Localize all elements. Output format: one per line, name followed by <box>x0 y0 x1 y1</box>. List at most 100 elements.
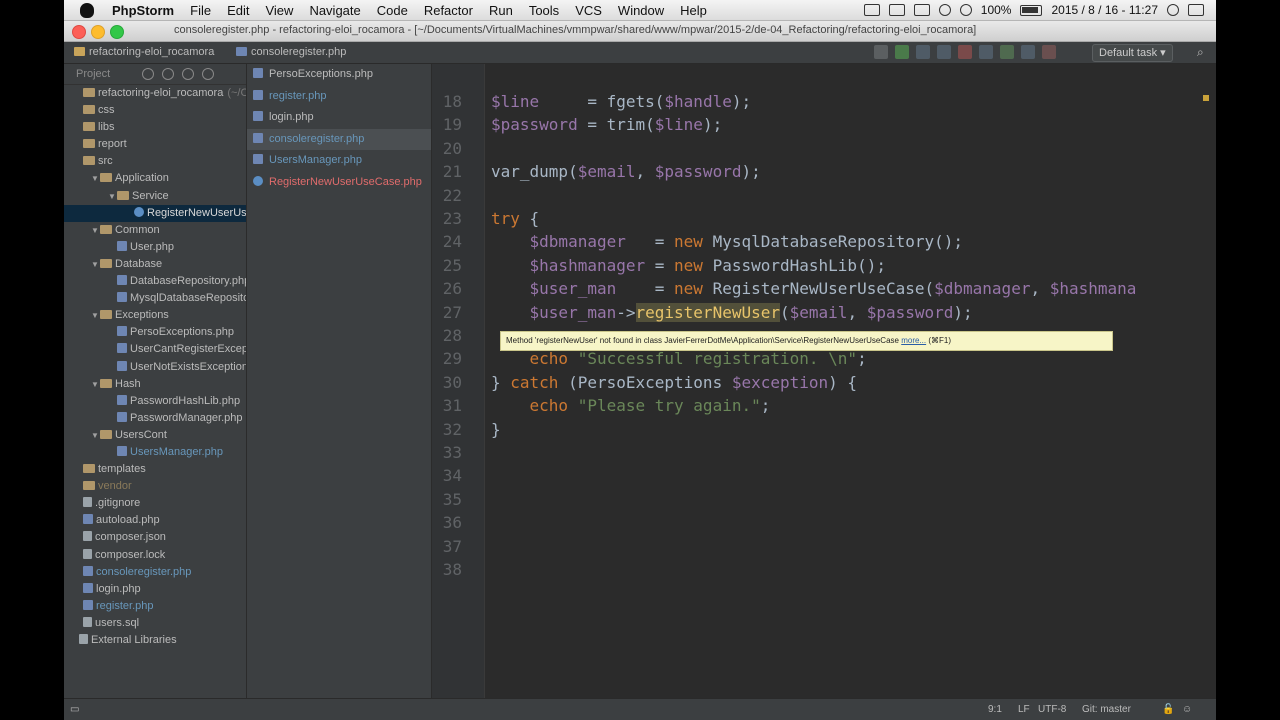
breadcrumb-file[interactable]: consoleregister.php <box>236 46 346 58</box>
close-window-button[interactable] <box>72 25 86 39</box>
tree-item[interactable]: vendor <box>64 478 246 495</box>
debug-icon[interactable] <box>916 45 930 59</box>
tree-item[interactable]: register.php <box>64 598 246 615</box>
tree-item[interactable]: ▼ Database <box>64 256 246 273</box>
menu-navigate[interactable]: Navigate <box>301 3 368 18</box>
menu-edit[interactable]: Edit <box>219 3 257 18</box>
project-panel-title[interactable]: Project <box>76 68 110 80</box>
collapse-all-icon[interactable] <box>162 68 174 80</box>
open-file-item[interactable]: PersoExceptions.php <box>247 64 431 86</box>
search-icon[interactable]: ⌕ <box>1197 45 1204 60</box>
code-line[interactable]: $password = trim($line); <box>491 115 722 134</box>
tree-item[interactable]: PersoExceptions.php <box>64 324 246 341</box>
expand-arrow-icon[interactable]: ▼ <box>91 307 100 324</box>
code-line[interactable]: } catch (PersoExceptions $exception) { <box>491 373 857 392</box>
expand-arrow-icon[interactable]: ▼ <box>91 222 100 239</box>
clock[interactable]: 2015 / 8 / 16 - 11:27 <box>1051 3 1158 17</box>
warning-marker-icon[interactable] <box>1203 95 1209 101</box>
toggle-tool-windows-icon[interactable]: ▭ <box>70 704 79 715</box>
tree-item[interactable]: css <box>64 102 246 119</box>
code-line[interactable]: echo "Please try again."; <box>491 396 771 415</box>
stop-icon[interactable] <box>958 45 972 59</box>
menu-app[interactable]: PhpStorm <box>104 3 182 18</box>
tree-item[interactable]: RegisterNewUserUseCase.php <box>64 204 246 222</box>
tree-item[interactable]: ▼ Common <box>64 222 246 239</box>
code-line[interactable]: $user_man->registerNewUser($email, $pass… <box>491 302 973 322</box>
code-line[interactable]: $dbmanager = new MysqlDatabaseRepository… <box>491 232 964 251</box>
notification-center-icon[interactable] <box>1188 4 1204 16</box>
code-line[interactable]: var_dump($email, $password); <box>491 162 761 181</box>
tree-item[interactable]: UsersManager.php <box>64 444 246 461</box>
menu-code[interactable]: Code <box>369 3 416 18</box>
volume-icon[interactable] <box>959 4 972 16</box>
tree-item[interactable]: composer.lock <box>64 547 246 564</box>
keyboard-icon[interactable] <box>888 4 905 16</box>
vcs-update-icon[interactable] <box>979 45 993 59</box>
run-configuration-select[interactable]: Default task ▾ <box>1092 44 1173 62</box>
tree-item[interactable]: UserCantRegisterException.php <box>64 341 246 358</box>
tree-item[interactable]: login.php <box>64 581 246 598</box>
lock-icon[interactable]: 🔓 <box>1162 704 1174 715</box>
tooltip-more-link[interactable]: more... <box>901 336 926 345</box>
code-line[interactable]: $user_man = new RegisterNewUserUseCase($… <box>491 279 1137 298</box>
expand-arrow-icon[interactable]: ▼ <box>91 256 100 273</box>
expand-arrow-icon[interactable]: ▼ <box>108 188 117 205</box>
tree-item[interactable]: refactoring-eloi_rocamora (~/C <box>64 85 246 102</box>
vcs-branch[interactable]: Git: master <box>1082 704 1131 715</box>
tree-item[interactable]: templates <box>64 461 246 478</box>
code-line[interactable]: try { <box>491 209 539 228</box>
tree-item[interactable]: composer.json <box>64 529 246 546</box>
revert-icon[interactable] <box>1042 45 1056 59</box>
tree-item[interactable]: src <box>64 153 246 170</box>
tree-item[interactable]: report <box>64 136 246 153</box>
open-file-item[interactable]: UsersManager.php <box>247 150 431 172</box>
settings-icon[interactable] <box>182 68 194 80</box>
tree-item[interactable]: User.php <box>64 239 246 256</box>
tree-item[interactable]: libs <box>64 119 246 136</box>
code-line[interactable]: $hashmanager = new PasswordHashLib(); <box>491 256 886 275</box>
code-line[interactable]: $line = fgets($handle); <box>491 92 751 111</box>
run-icon[interactable] <box>895 45 909 59</box>
history-icon[interactable] <box>1021 45 1035 59</box>
tree-item[interactable]: ▼ UsersCont <box>64 427 246 444</box>
tree-item[interactable]: ▼ Hash <box>64 376 246 393</box>
menu-tools[interactable]: Tools <box>521 3 567 18</box>
menu-view[interactable]: View <box>257 3 301 18</box>
tree-item[interactable]: consoleregister.php <box>64 564 246 581</box>
file-encoding[interactable]: UTF-8 <box>1038 704 1066 715</box>
menu-run[interactable]: Run <box>481 3 521 18</box>
caret-position[interactable]: 9:1 <box>988 704 1002 715</box>
tree-item[interactable]: .gitignore <box>64 495 246 512</box>
open-file-item[interactable]: login.php <box>247 107 431 129</box>
expand-arrow-icon[interactable]: ▼ <box>91 170 100 187</box>
menu-help[interactable]: Help <box>672 3 715 18</box>
code-editor[interactable]: 18 $line = fgets($handle); 19 $password = t… <box>432 64 1216 698</box>
menu-window[interactable]: Window <box>610 3 672 18</box>
minimize-window-button[interactable] <box>91 25 105 39</box>
tree-item[interactable]: MysqlDatabaseRepository.php <box>64 290 246 307</box>
tree-item[interactable]: autoload.php <box>64 512 246 529</box>
tree-item[interactable]: users.sql <box>64 615 246 632</box>
expand-arrow-icon[interactable]: ▼ <box>91 376 100 393</box>
expand-arrow-icon[interactable]: ▼ <box>91 427 100 444</box>
zoom-window-button[interactable] <box>110 25 124 39</box>
menu-vcs[interactable]: VCS <box>567 3 610 18</box>
battery-icon[interactable] <box>1020 4 1043 16</box>
tree-item[interactable]: UserNotExistsException.php <box>64 359 246 376</box>
tree-item[interactable]: ▼ Application <box>64 170 246 187</box>
coverage-icon[interactable] <box>937 45 951 59</box>
code-line[interactable]: echo "Successful registration. \n"; <box>491 349 867 368</box>
tree-item[interactable]: ▼ Exceptions <box>64 307 246 324</box>
tree-item[interactable]: PasswordManager.php <box>64 410 246 427</box>
tree-item[interactable]: PasswordHashLib.php <box>64 393 246 410</box>
inspector-icon[interactable]: ☺ <box>1182 704 1192 715</box>
vcs-commit-icon[interactable] <box>1000 45 1014 59</box>
line-separator[interactable]: LF <box>1018 704 1030 715</box>
code-line[interactable]: } <box>491 420 501 439</box>
open-file-item[interactable]: register.php <box>247 86 431 108</box>
menu-refactor[interactable]: Refactor <box>416 3 481 18</box>
spotlight-search-icon[interactable] <box>1167 4 1179 16</box>
breadcrumb-project[interactable]: refactoring-eloi_rocamora <box>74 46 214 58</box>
display-icon[interactable] <box>863 4 880 16</box>
wifi-icon[interactable] <box>938 4 951 16</box>
